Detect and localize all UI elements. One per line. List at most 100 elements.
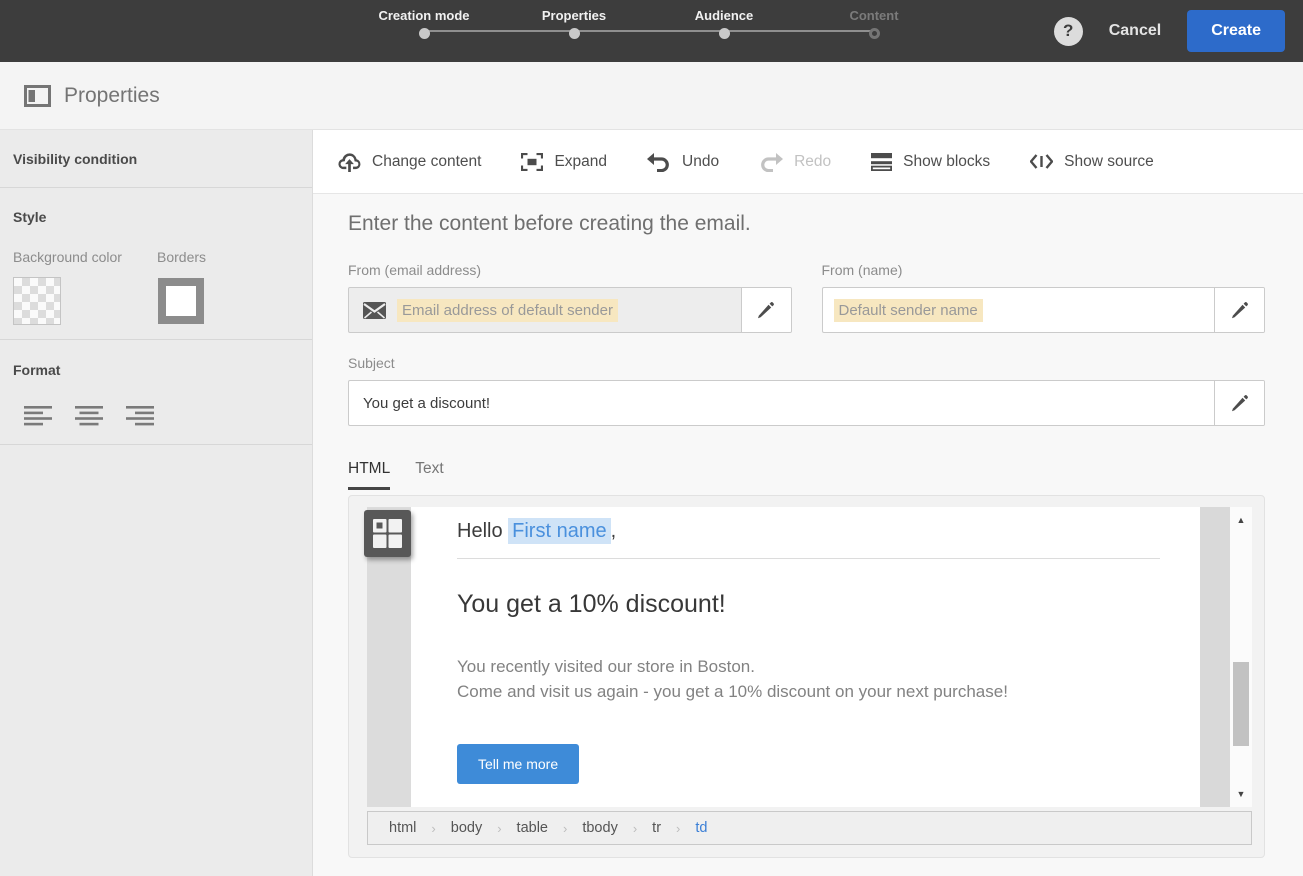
step-content[interactable]: Content xyxy=(799,0,949,39)
step-audience[interactable]: Audience xyxy=(649,0,799,39)
pencil-icon xyxy=(757,301,775,319)
dom-breadcrumb: html › body › table › tbody › tr › td xyxy=(367,811,1252,845)
page-title: Properties xyxy=(64,83,160,107)
content-heading: Enter the content before creating the em… xyxy=(348,212,751,235)
redo-button: Redo xyxy=(759,152,831,172)
from-name-field-group: From (name) Default sender name xyxy=(821,262,1265,333)
tool-label: Show blocks xyxy=(903,152,991,170)
show-source-button[interactable]: Show source xyxy=(1030,153,1154,171)
chevron-right-icon: › xyxy=(431,820,436,836)
email-properties-screen: Creation mode Properties Audience Conten… xyxy=(0,0,1303,876)
cancel-button[interactable]: Cancel xyxy=(1109,22,1161,40)
panel-layout-icon xyxy=(24,84,51,107)
step-label: Properties xyxy=(541,8,607,23)
section-title: Visibility condition xyxy=(13,150,138,167)
tab-html[interactable]: HTML xyxy=(348,460,391,490)
email-canvas: Hello First name, You get a 10% discount… xyxy=(364,507,1252,807)
redo-arrow-icon xyxy=(759,152,784,172)
step-dot xyxy=(418,28,430,39)
create-button[interactable]: Create xyxy=(1187,10,1285,52)
block-grid-icon[interactable] xyxy=(364,510,411,557)
from-name-label: From (name) xyxy=(821,262,903,278)
breadcrumb-item-body[interactable]: body xyxy=(451,820,482,836)
undo-button[interactable]: Undo xyxy=(647,152,719,172)
align-right-icon[interactable] xyxy=(124,404,156,428)
undo-arrow-icon xyxy=(647,152,671,172)
breadcrumb-item-html[interactable]: html xyxy=(389,820,416,836)
from-email-input[interactable]: Email address of default sender xyxy=(348,287,792,333)
step-properties[interactable]: Properties xyxy=(499,0,649,39)
tell-me-more-button[interactable]: Tell me more xyxy=(457,744,580,784)
wizard-stepper: Creation mode Properties Audience Conten… xyxy=(349,0,949,62)
edit-from-name-button[interactable] xyxy=(1214,288,1264,332)
from-name-placeholder: Default sender name xyxy=(833,298,983,322)
content-area: Enter the content before creating the em… xyxy=(313,194,1303,876)
expand-button[interactable]: Expand xyxy=(521,152,608,171)
tool-label: Expand xyxy=(554,152,608,170)
chevron-right-icon: › xyxy=(497,820,502,836)
editor-toolbar: Change content Expand Undo Redo Show blo… xyxy=(313,130,1303,194)
breadcrumb-item-tbody[interactable]: tbody xyxy=(582,820,617,836)
properties-sidebar: Visibility condition Style Background co… xyxy=(0,130,313,876)
blocks-icon xyxy=(871,152,893,171)
step-label: Creation mode xyxy=(378,8,470,23)
borders-swatch[interactable] xyxy=(158,278,204,324)
style-section: Style Background color Borders xyxy=(0,188,312,340)
scroll-down-icon[interactable]: ▼ xyxy=(1230,789,1252,799)
breadcrumb-item-td[interactable]: td xyxy=(695,820,707,836)
pencil-icon xyxy=(1231,394,1249,412)
preview-scrollbar[interactable]: ▲ ▼ xyxy=(1230,507,1252,807)
chevron-right-icon: › xyxy=(676,820,681,836)
canvas-left-gutter xyxy=(364,507,411,807)
from-name-input[interactable]: Default sender name xyxy=(821,287,1265,333)
email-body-editor[interactable]: Hello First name, You get a 10% discount… xyxy=(411,507,1200,807)
tool-label: Change content xyxy=(372,152,482,170)
email-headline: You get a 10% discount! xyxy=(457,590,726,618)
section-title: Format xyxy=(13,362,61,378)
breadcrumb-item-table[interactable]: table xyxy=(517,820,548,836)
preview-tabs: HTML Text xyxy=(348,460,1265,490)
show-blocks-button[interactable]: Show blocks xyxy=(871,152,991,171)
body-line: Come and visit us again - you get a 10% … xyxy=(457,682,1008,701)
from-email-field-group: From (email address) Email address of de… xyxy=(348,262,792,333)
scroll-up-icon[interactable]: ▲ xyxy=(1230,515,1252,525)
personalization-token[interactable]: First name xyxy=(508,518,611,544)
from-email-label: From (email address) xyxy=(348,262,482,278)
email-preview-container: Hello First name, You get a 10% discount… xyxy=(348,495,1265,858)
from-email-placeholder: Email address of default sender xyxy=(397,298,618,322)
chevron-right-icon: › xyxy=(632,820,638,836)
background-color-label: Background color xyxy=(13,249,122,265)
greeting-line: Hello First name, xyxy=(457,518,1160,544)
tool-label: Redo xyxy=(794,152,832,170)
subject-label: Subject xyxy=(348,355,395,371)
borders-label: Borders xyxy=(157,249,207,265)
scrollbar-thumb[interactable] xyxy=(1233,662,1249,746)
subject-field-group: Subject You get a discount! xyxy=(348,355,1265,426)
step-dot xyxy=(718,28,730,39)
main-panel: Change content Expand Undo Redo Show blo… xyxy=(313,130,1303,876)
tab-text[interactable]: Text xyxy=(415,460,443,490)
background-color-swatch[interactable] xyxy=(13,277,61,325)
envelope-icon xyxy=(363,301,386,319)
subject-input[interactable]: You get a discount! xyxy=(348,380,1265,426)
align-left-icon[interactable] xyxy=(22,404,54,428)
divider xyxy=(457,558,1160,559)
format-section: Format xyxy=(0,340,312,445)
edit-from-email-button[interactable] xyxy=(740,288,791,332)
subject-value: You get a discount! xyxy=(363,394,491,412)
breadcrumb-item-tr[interactable]: tr xyxy=(652,820,661,836)
section-title: Style xyxy=(13,209,47,225)
step-creation-mode[interactable]: Creation mode xyxy=(349,0,499,39)
step-dot xyxy=(568,28,580,39)
code-icon xyxy=(1030,154,1054,169)
step-dot xyxy=(868,28,880,39)
help-icon[interactable]: ? xyxy=(1053,16,1083,46)
email-body-text: You recently visited our store in Boston… xyxy=(457,654,1160,704)
change-content-button[interactable]: Change content xyxy=(338,151,481,173)
topbar-actions: ? Cancel Create xyxy=(1053,0,1285,62)
align-center-icon[interactable] xyxy=(73,404,105,428)
expand-icon xyxy=(521,152,544,171)
greeting-suffix: , xyxy=(610,520,617,542)
edit-subject-button[interactable] xyxy=(1214,381,1264,425)
visibility-condition-section[interactable]: Visibility condition xyxy=(0,130,312,188)
